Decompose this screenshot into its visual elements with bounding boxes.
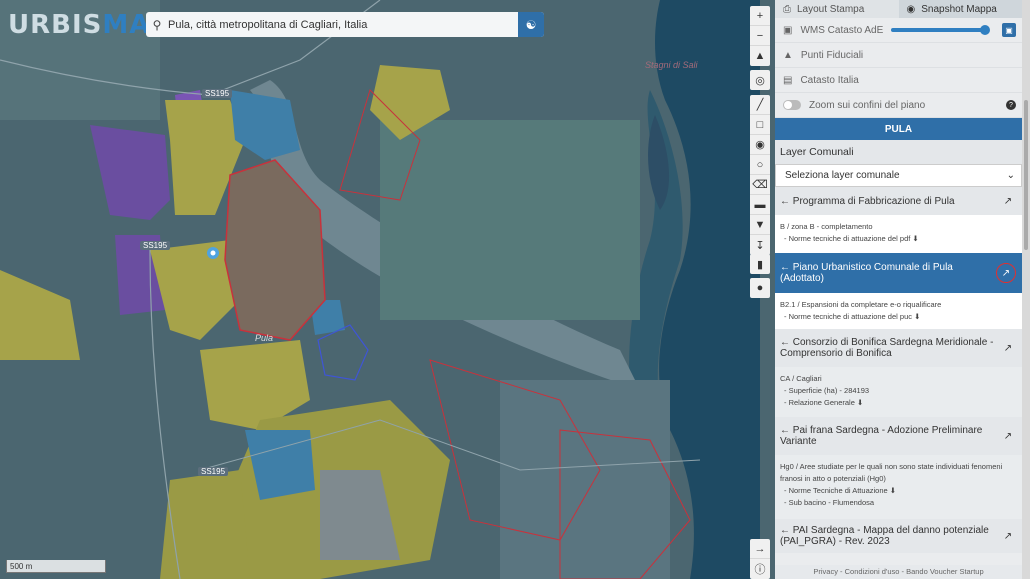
search-bar: ⚲ ☯ <box>146 12 544 37</box>
chevron-down-icon: ⌄ <box>1006 170 1015 181</box>
plan-item-pai-frana[interactable]: ← Pai frana Sardegna - Adozione Prelimin… <box>775 417 1022 455</box>
pin-icon[interactable]: ▼ <box>750 215 770 235</box>
eraser-icon[interactable]: ▬ <box>750 195 770 215</box>
globe-icon[interactable]: ☯ <box>518 12 544 37</box>
road-label: SS195 <box>140 241 171 250</box>
panel-tabs: ⎙ Layout Stampa ◉ Snapshot Mappa <box>775 0 1022 18</box>
layer-comunale-select[interactable]: Seleziona layer comunale ⌄ <box>775 164 1022 187</box>
layer-comunali-heading: Layer Comunali <box>775 140 1022 164</box>
external-link-icon[interactable]: ↗ <box>996 263 1016 283</box>
external-link-icon[interactable]: ↗ <box>1000 528 1016 544</box>
download-icon[interactable]: ↧ <box>750 235 770 255</box>
opacity-slider[interactable] <box>891 25 990 35</box>
side-panel: ⎙ Layout Stampa ◉ Snapshot Mappa ▣ WMS Cat… <box>775 0 1022 579</box>
circle-tool-icon[interactable]: ○ <box>750 155 770 175</box>
help-icon[interactable]: ? <box>1006 100 1016 110</box>
draw-toolbar: ╱ □ ◉ ○ ⌫ ▬ ▼ ↧ <box>750 95 770 255</box>
detail-zone: B / zona B - completamento <box>780 222 873 231</box>
slider-knob[interactable] <box>980 25 990 35</box>
compass-icon[interactable]: ▲ <box>750 46 770 66</box>
zoom-confini-toggle[interactable] <box>783 100 801 110</box>
detail-link[interactable]: - Norme tecniche di attuazione del puc ⬇ <box>780 311 1017 323</box>
tab-label: Layout Stampa <box>797 3 865 15</box>
triangle-icon: ▲ <box>783 49 793 61</box>
layers-icon: ▣ <box>783 24 793 36</box>
wms-label: WMS Catasto AdE <box>800 24 884 36</box>
plan-title: ← Piano Urbanistico Comunale di Pula (Ad… <box>780 262 953 284</box>
wms-row: ▣ WMS Catasto AdE ▣ <box>775 18 1022 43</box>
plan-title: ← Pai frana Sardegna - Adozione Prelimin… <box>780 425 983 447</box>
locate-toolbar: ◎ <box>750 70 770 90</box>
fiduciali-label: Punti Fiduciali <box>800 49 864 61</box>
wms-toggle-button[interactable]: ▣ <box>1002 23 1016 37</box>
detail-zone: Hg0 / Aree studiate per le quali non son… <box>780 462 1003 483</box>
detail-link[interactable]: - Norme tecniche di attuazione del pdf ⬇ <box>780 233 1017 245</box>
plan-title: ← Consorzio di Bonifica Sardegna Meridio… <box>780 337 994 359</box>
plan-detail-bonifica: CA / Cagliari - Superficie (ha) - 284193… <box>775 367 1022 417</box>
logo-urbis: URBIS <box>8 10 103 40</box>
external-link-icon[interactable]: ↗ <box>1000 193 1016 209</box>
map-icon: ▤ <box>783 74 793 86</box>
road-label: SS195 <box>202 89 233 98</box>
water-label: Stagni di Sali <box>645 60 698 70</box>
zoom-toolbar: + − ▲ <box>750 6 770 66</box>
panel-scrollbar-track[interactable] <box>1022 0 1030 579</box>
trash-icon[interactable]: ⌫ <box>750 175 770 195</box>
plan-item-bonifica[interactable]: ← Consorzio di Bonifica Sardegna Meridio… <box>775 329 1022 367</box>
bookmark-toolbar: ▮ <box>750 254 770 274</box>
road-label: SS195 <box>198 467 229 476</box>
arrow-right-icon[interactable]: → <box>750 539 770 559</box>
detail-link[interactable]: - Relazione Generale ⬇ <box>780 397 1017 409</box>
tab-snapshot-mappa[interactable]: ◉ Snapshot Mappa <box>898 0 1022 18</box>
detail-zone: CA / Cagliari <box>780 374 822 383</box>
bookmark-icon[interactable]: ▮ <box>750 254 770 274</box>
plan-title: ← Programma di Fabbricazione di Pula <box>780 195 955 207</box>
detail-zone: B2.1 / Espansioni da completare e-o riqu… <box>780 300 942 309</box>
external-link-icon[interactable]: ↗ <box>1000 428 1016 444</box>
polygon-tool-icon[interactable]: □ <box>750 115 770 135</box>
detail-value: - Sub bacino - Flumendosa <box>784 498 875 507</box>
fiduciali-row[interactable]: ▲ Punti Fiduciali <box>775 43 1022 68</box>
plan-detail-pdf: B / zona B - completamento - Norme tecni… <box>775 215 1022 253</box>
collapse-toolbar: → ⓘ <box>750 539 770 579</box>
detail-link[interactable]: - Norme Tecniche di Attuazione ⬇ <box>780 485 1017 497</box>
panel-scrollbar-thumb[interactable] <box>1024 100 1028 250</box>
info-icon[interactable]: ⓘ <box>750 559 770 579</box>
plan-item-pai-danno[interactable]: ← PAI Sardegna - Mappa del danno potenzi… <box>775 519 1022 553</box>
app-root: URBISMAP ⚲ ☯ SS195 SS195 SS195 Pula Stag… <box>0 0 1030 579</box>
zoom-out-button[interactable]: − <box>750 26 770 46</box>
zoom-confini-label: Zoom sui confini del piano <box>809 99 926 111</box>
search-input[interactable] <box>168 12 518 37</box>
place-label: Pula <box>255 333 274 343</box>
external-link-icon[interactable]: ↗ <box>1000 340 1016 356</box>
search-icon: ⚲ <box>152 17 162 32</box>
detail-value: - Superficie (ha) - 284193 <box>784 386 870 395</box>
tab-label: Snapshot Mappa <box>921 3 997 15</box>
tab-layout-stampa[interactable]: ⎙ Layout Stampa <box>775 0 899 18</box>
zoom-confini-row: Zoom sui confini del piano ? <box>775 93 1022 118</box>
plan-detail-pai-frana: Hg0 / Aree studiate per le quali non son… <box>775 455 1022 519</box>
plan-detail-puc: B2.1 / Espansioni da completare e-o riqu… <box>775 293 1022 329</box>
scale-bar: 500 m <box>6 560 106 573</box>
catasto-row[interactable]: ▤ Catasto Italia <box>775 68 1022 93</box>
world-icon[interactable]: ● <box>750 278 770 298</box>
plan-item-puc[interactable]: ← Piano Urbanistico Comunale di Pula (Ad… <box>775 253 1022 293</box>
camera-icon: ◉ <box>906 3 916 15</box>
marker-tool-icon[interactable]: ◉ <box>750 135 770 155</box>
plan-item-pdf[interactable]: ← Programma di Fabbricazione di Pula ↗ <box>775 187 1022 215</box>
plan-title: ← PAI Sardegna - Mappa del danno potenzi… <box>780 525 989 547</box>
zoom-in-button[interactable]: + <box>750 6 770 26</box>
catasto-label: Catasto Italia <box>800 74 859 86</box>
comune-header: PULA <box>775 118 1022 140</box>
select-value: Seleziona layer comunale <box>785 170 900 181</box>
line-tool-icon[interactable]: ╱ <box>750 95 770 115</box>
globe-toolbar: ● <box>750 278 770 298</box>
footer-links[interactable]: Privacy - Condizioni d'uso - Bando Vouch… <box>775 565 1022 579</box>
locate-icon[interactable]: ◎ <box>750 70 770 90</box>
print-icon: ⎙ <box>783 3 791 15</box>
